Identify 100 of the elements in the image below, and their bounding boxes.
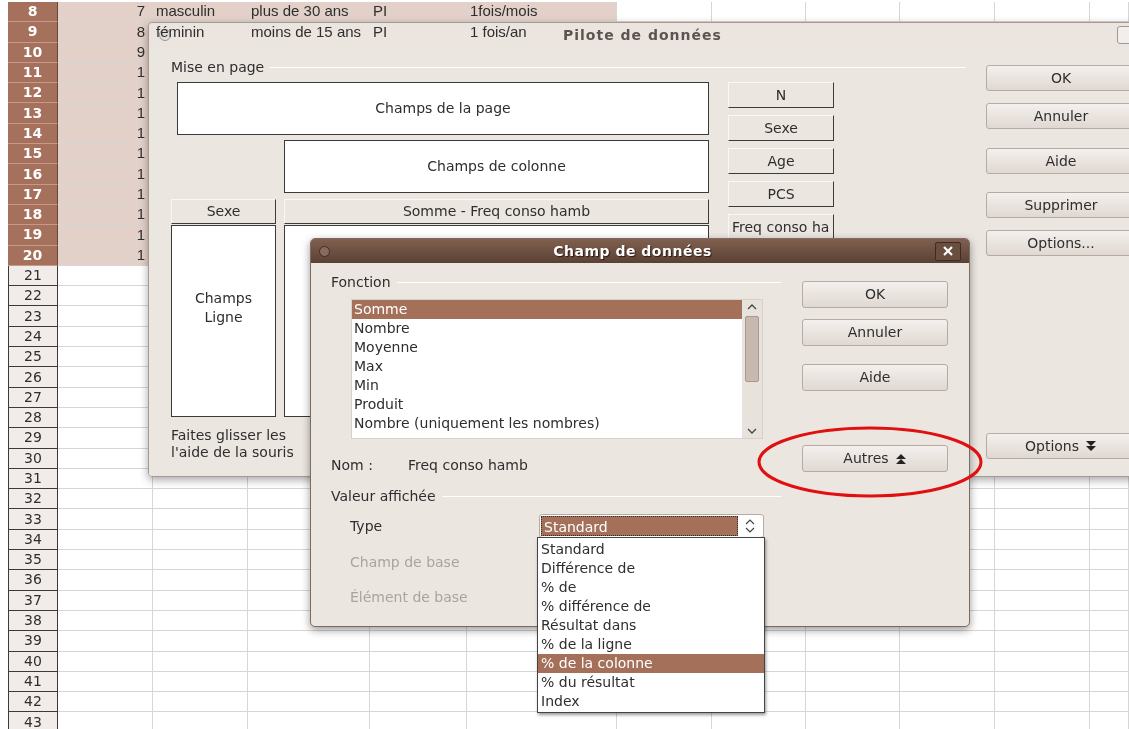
table-cell[interactable] [1090, 692, 1129, 713]
table-cell[interactable] [995, 570, 1090, 591]
table-cell[interactable] [153, 489, 248, 510]
row-header[interactable]: 37 [8, 590, 58, 611]
row-header[interactable]: 30 [8, 448, 58, 469]
row-header[interactable]: 18 [8, 204, 58, 226]
table-cell[interactable]: féminin [156, 22, 205, 42]
list-item[interactable]: Nombre [352, 319, 742, 338]
table-cell[interactable]: 1 [136, 184, 145, 204]
table-cell[interactable]: 1 [136, 144, 145, 164]
row-header[interactable]: 23 [8, 306, 58, 327]
row-header[interactable]: 16 [8, 164, 58, 185]
table-cell[interactable]: 1 [136, 245, 145, 265]
table-cell[interactable]: 1 [136, 103, 145, 123]
row-header[interactable]: 29 [8, 428, 58, 449]
table-cell[interactable] [995, 692, 1090, 713]
button[interactable]: Options... [986, 230, 1129, 256]
table-cell[interactable] [153, 631, 248, 652]
table-cell[interactable]: 1 [136, 204, 145, 225]
scrollbar[interactable] [742, 300, 762, 438]
row-header[interactable]: 35 [8, 550, 58, 571]
table-cell[interactable] [806, 692, 900, 713]
row-header[interactable]: 27 [8, 387, 58, 408]
table-cell[interactable] [1090, 590, 1129, 611]
table-cell[interactable]: 1 [136, 83, 145, 103]
row-header[interactable]: 10 [8, 42, 58, 63]
row-header[interactable]: 36 [8, 570, 58, 591]
table-cell[interactable] [617, 2, 712, 23]
more-button[interactable]: Autres [802, 445, 948, 472]
row-header[interactable]: 24 [8, 326, 58, 348]
row-header[interactable]: 15 [8, 144, 58, 165]
table-cell[interactable] [806, 631, 900, 652]
table-cell[interactable] [1090, 610, 1129, 632]
row-header[interactable]: 40 [8, 651, 58, 672]
dropdown-option[interactable]: % de la colonne [538, 654, 764, 673]
table-cell[interactable] [995, 529, 1090, 550]
table-cell[interactable] [370, 631, 467, 652]
list-item[interactable]: Moyenne [352, 338, 742, 357]
dropdown-option[interactable]: % différence de [538, 597, 764, 616]
field-button[interactable]: Freq conso ha [728, 214, 834, 240]
row-header[interactable]: 34 [8, 529, 58, 550]
table-cell[interactable] [153, 550, 248, 571]
table-cell[interactable] [248, 692, 370, 713]
table-cell[interactable] [1090, 651, 1129, 672]
row-header[interactable]: 13 [8, 103, 58, 124]
table-cell[interactable] [900, 671, 995, 693]
row-header[interactable]: 21 [8, 265, 58, 287]
dropdown-option[interactable]: % de [538, 578, 764, 597]
table-cell[interactable] [995, 610, 1090, 632]
close-button[interactable] [935, 241, 961, 261]
table-cell[interactable] [153, 692, 248, 713]
table-cell[interactable]: PI [373, 22, 388, 42]
row-header[interactable]: 8 [8, 2, 58, 23]
button[interactable]: OK [986, 65, 1129, 91]
table-cell[interactable]: 9 [136, 42, 145, 62]
button[interactable]: Annuler [802, 319, 948, 346]
row-header[interactable]: 26 [8, 367, 58, 388]
table-cell[interactable] [58, 550, 153, 571]
list-item[interactable]: Max [352, 357, 742, 376]
table-cell[interactable] [806, 671, 900, 693]
table-cell[interactable] [995, 489, 1090, 510]
table-cell[interactable] [153, 590, 248, 611]
table-cell[interactable] [806, 2, 900, 23]
table-cell[interactable] [900, 692, 995, 713]
row-header[interactable]: 25 [8, 347, 58, 368]
row-header[interactable]: 19 [8, 225, 58, 246]
table-cell[interactable] [1090, 550, 1129, 571]
field-button[interactable]: N [728, 82, 834, 108]
row-header[interactable]: 33 [8, 509, 58, 530]
table-cell[interactable]: 1 [136, 164, 145, 184]
dropdown-option[interactable]: Standard [538, 540, 764, 559]
row-header[interactable]: 11 [8, 62, 58, 84]
row-header[interactable]: 39 [8, 631, 58, 652]
table-cell[interactable] [995, 671, 1090, 693]
title-bar-button[interactable] [1117, 26, 1129, 44]
list-item[interactable]: Nombre (uniquement les nombres) [352, 414, 742, 433]
scrollbar-thumb[interactable] [745, 316, 759, 382]
table-cell[interactable]: 7 [136, 2, 145, 22]
table-cell[interactable] [58, 671, 153, 693]
table-cell[interactable] [153, 651, 248, 672]
table-cell[interactable] [1090, 489, 1129, 510]
button[interactable]: Annuler [986, 103, 1129, 129]
table-cell[interactable]: 1 [136, 225, 145, 245]
table-cell[interactable] [1090, 2, 1129, 23]
table-cell[interactable] [1090, 509, 1129, 530]
table-cell[interactable] [248, 631, 370, 652]
table-cell[interactable] [900, 2, 995, 23]
row-header[interactable]: 14 [8, 123, 58, 145]
row-header[interactable]: 22 [8, 286, 58, 307]
row-header[interactable]: 17 [8, 184, 58, 205]
table-cell[interactable] [1090, 671, 1129, 693]
row-header[interactable]: 32 [8, 489, 58, 510]
row-header[interactable]: 20 [8, 245, 58, 266]
row-header[interactable]: 28 [8, 407, 58, 429]
table-cell[interactable] [248, 671, 370, 693]
table-cell[interactable] [1090, 570, 1129, 591]
button[interactable]: OK [802, 281, 948, 308]
table-cell[interactable]: moins de 15 ans [251, 22, 362, 42]
field-button[interactable]: Age [728, 148, 834, 174]
list-item[interactable]: Min [352, 376, 742, 395]
